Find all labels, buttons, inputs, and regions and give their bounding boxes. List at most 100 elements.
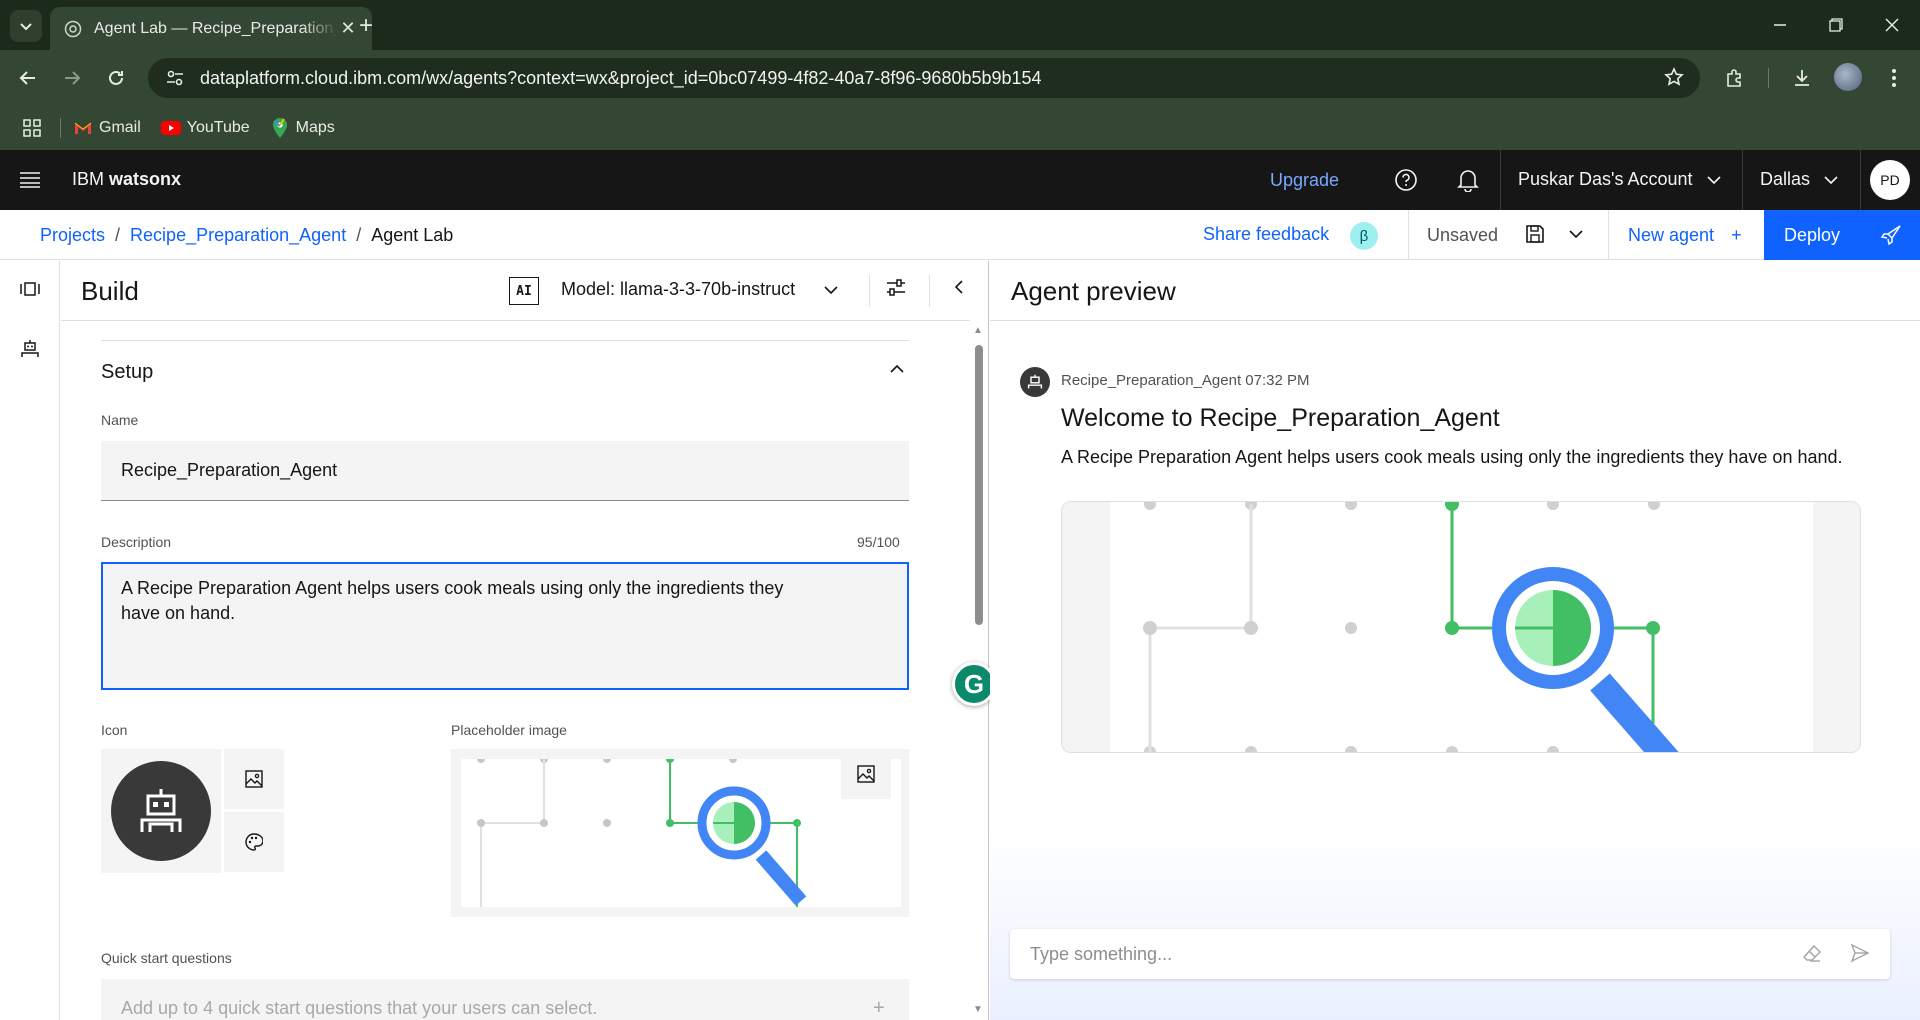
chevron-down-icon bbox=[824, 285, 838, 294]
deploy-button[interactable]: Deploy bbox=[1764, 210, 1920, 260]
user-avatar[interactable]: PD bbox=[1870, 160, 1910, 200]
quick-start-input[interactable]: Add up to 4 quick start questions that y… bbox=[101, 979, 909, 1020]
upgrade-link[interactable]: Upgrade bbox=[1270, 170, 1339, 191]
placeholder-illustration bbox=[461, 759, 901, 907]
new-agent-label: New agent bbox=[1628, 225, 1715, 245]
robot-icon bbox=[21, 340, 39, 357]
bookmark-label: Maps bbox=[295, 119, 335, 136]
save-icon bbox=[1526, 225, 1544, 243]
breadcrumb-projects[interactable]: Projects bbox=[40, 225, 105, 246]
welcome-heading: Welcome to Recipe_Preparation_Agent bbox=[1061, 404, 1500, 432]
youtube-icon bbox=[160, 118, 181, 138]
more-vertical-icon bbox=[1892, 69, 1896, 87]
reload-button[interactable] bbox=[100, 62, 132, 94]
chevron-down-icon bbox=[1569, 230, 1583, 239]
model-settings-button[interactable] bbox=[885, 277, 907, 304]
description-counter: 95/100 bbox=[857, 534, 900, 550]
forward-button[interactable] bbox=[56, 62, 88, 94]
menu-button[interactable] bbox=[14, 164, 46, 196]
account-switcher[interactable]: Puskar Das's Account bbox=[1518, 169, 1721, 190]
upload-icon-button[interactable] bbox=[224, 749, 284, 809]
maps-pin-icon bbox=[270, 118, 290, 138]
add-question-button[interactable]: + bbox=[873, 997, 885, 1020]
share-feedback-link[interactable]: Share feedback bbox=[1203, 224, 1329, 245]
bookmarks-bar: Gmail YouTube Maps bbox=[0, 106, 1920, 150]
browser-tab-active[interactable]: Agent Lab — Recipe_Preparation_Agent ✕ bbox=[50, 7, 372, 50]
chat-input[interactable] bbox=[1010, 929, 1790, 979]
close-icon bbox=[1885, 18, 1899, 32]
hamburger-icon bbox=[20, 172, 40, 188]
breadcrumb-current: Agent Lab bbox=[371, 225, 454, 245]
preview-image bbox=[1061, 501, 1861, 753]
rocket-icon bbox=[1880, 224, 1902, 251]
site-settings-icon[interactable] bbox=[164, 67, 186, 89]
palette-icon bbox=[245, 833, 263, 851]
chevron-up-icon bbox=[890, 364, 904, 373]
url-text: dataplatform.cloud.ibm.com/wx/agents?con… bbox=[200, 67, 1042, 88]
placeholder-image-box bbox=[451, 749, 909, 917]
ibm-header: IBM watsonx Upgrade Puskar Das's Account… bbox=[0, 150, 1920, 210]
breadcrumb: Projects / Recipe_Preparation_Agent / Ag… bbox=[40, 225, 453, 246]
notifications-button[interactable] bbox=[1452, 164, 1484, 196]
chrome-menu-button[interactable] bbox=[1878, 62, 1910, 94]
back-button[interactable] bbox=[12, 62, 44, 94]
save-options-button[interactable] bbox=[1568, 224, 1584, 249]
breadcrumb-project[interactable]: Recipe_Preparation_Agent bbox=[130, 225, 346, 246]
send-icon[interactable] bbox=[1850, 943, 1870, 968]
preview-illustration bbox=[1110, 502, 1813, 752]
description-text: A Recipe Preparation Agent helps users c… bbox=[121, 578, 784, 623]
description-textarea[interactable]: A Recipe Preparation Agent helps users c… bbox=[101, 562, 909, 690]
collapse-panel-button[interactable] bbox=[949, 277, 969, 302]
close-window-button[interactable] bbox=[1864, 0, 1920, 50]
image-icon bbox=[857, 765, 875, 783]
breadcrumb-separator: / bbox=[356, 225, 362, 245]
bookmark-gmail[interactable]: Gmail bbox=[73, 118, 141, 138]
model-selector[interactable]: Model: llama-3-3-70b-instruct bbox=[561, 279, 839, 300]
save-button[interactable] bbox=[1524, 223, 1546, 250]
scrollbar-thumb[interactable] bbox=[975, 345, 983, 625]
bell-icon bbox=[1457, 170, 1479, 192]
restore-button[interactable] bbox=[1808, 0, 1864, 50]
new-agent-button[interactable]: New agent + bbox=[1628, 225, 1742, 246]
agent-preview-panel: Agent preview Recipe_Preparation_Agent 0… bbox=[990, 261, 1920, 1020]
breadcrumb-bar: Projects / Recipe_Preparation_Agent / Ag… bbox=[0, 210, 1920, 260]
bookmark-star-icon[interactable] bbox=[1664, 67, 1684, 92]
plus-icon: + bbox=[1731, 225, 1742, 245]
eraser-icon[interactable] bbox=[1802, 943, 1822, 968]
help-button[interactable] bbox=[1390, 164, 1422, 196]
browser-toolbar: dataplatform.cloud.ibm.com/wx/agents?con… bbox=[0, 50, 1920, 106]
setup-collapse-button[interactable] bbox=[889, 361, 905, 382]
icon-color-button[interactable] bbox=[224, 812, 284, 872]
extensions-button[interactable] bbox=[1718, 62, 1750, 94]
tab-search-button[interactable] bbox=[10, 10, 42, 42]
address-bar[interactable]: dataplatform.cloud.ibm.com/wx/agents?con… bbox=[148, 58, 1700, 98]
upload-placeholder-button[interactable] bbox=[841, 749, 891, 799]
name-input[interactable]: Recipe_Preparation_Agent bbox=[101, 441, 909, 501]
minimize-icon bbox=[1774, 24, 1786, 26]
chevron-left-icon bbox=[954, 280, 963, 294]
setup-section-title[interactable]: Setup bbox=[101, 361, 153, 384]
downloads-button[interactable] bbox=[1786, 62, 1818, 94]
rail-build-button[interactable] bbox=[16, 275, 44, 303]
build-title: Build bbox=[81, 276, 139, 306]
bookmark-maps[interactable]: Maps bbox=[270, 118, 335, 138]
region-name: Dallas bbox=[1760, 169, 1811, 189]
new-tab-button[interactable]: + bbox=[352, 12, 380, 40]
brand-prefix: IBM bbox=[72, 169, 110, 189]
bookmark-youtube[interactable]: YouTube bbox=[160, 118, 250, 138]
rail-agent-button[interactable] bbox=[16, 335, 44, 363]
build-panel: Build AI Model: llama-3-3-70b-instruct S… bbox=[61, 261, 989, 1020]
sliders-icon bbox=[887, 279, 905, 296]
arrow-right-icon bbox=[65, 71, 81, 85]
scroll-down-icon[interactable]: ▼ bbox=[973, 1004, 983, 1015]
profile-avatar[interactable] bbox=[1834, 63, 1862, 91]
scroll-up-icon[interactable]: ▲ bbox=[973, 325, 983, 336]
chat-input-box bbox=[1010, 929, 1890, 979]
bookmark-label: YouTube bbox=[186, 119, 250, 136]
apps-button[interactable] bbox=[8, 118, 56, 138]
restore-icon bbox=[1829, 18, 1843, 32]
minimize-button[interactable] bbox=[1752, 0, 1808, 50]
brand-logo[interactable]: IBM watsonx bbox=[72, 169, 181, 190]
icon-label: Icon bbox=[101, 722, 128, 738]
region-switcher[interactable]: Dallas bbox=[1760, 169, 1838, 190]
